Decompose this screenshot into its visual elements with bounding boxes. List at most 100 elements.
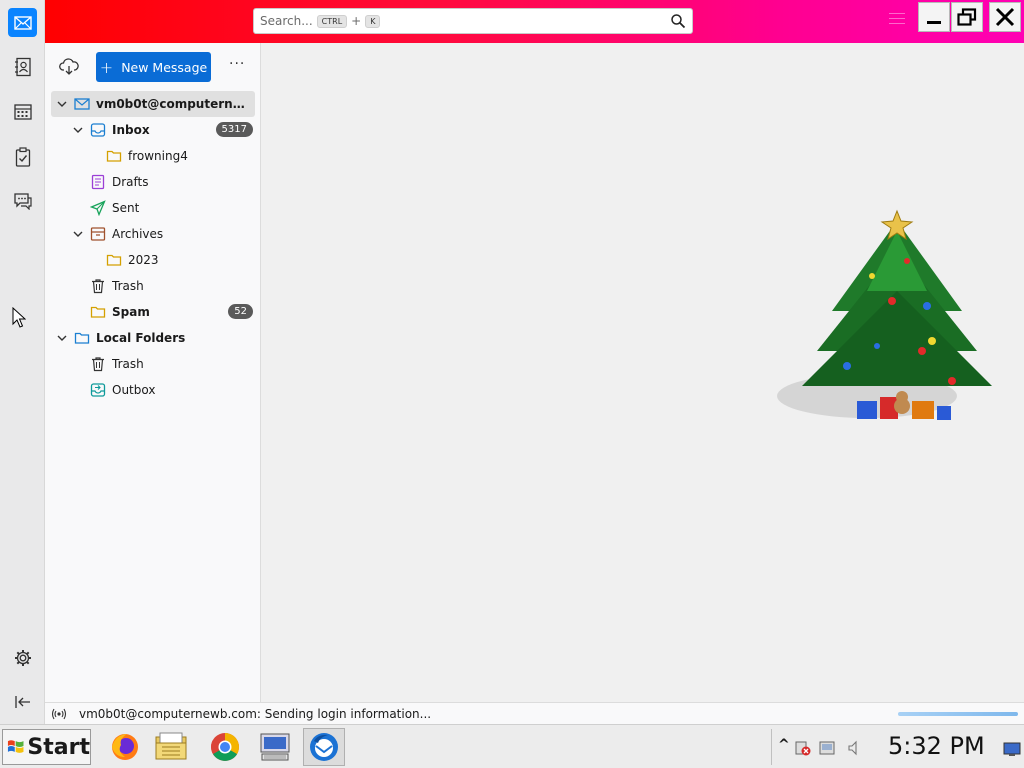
folder-trash[interactable]: Trash <box>51 273 255 299</box>
folder-sent[interactable]: Sent <box>51 195 255 221</box>
title-bar: Search... CTRL + K <box>45 0 1024 43</box>
taskbar-computer[interactable] <box>254 728 296 766</box>
folder-archives[interactable]: Archives <box>51 221 255 247</box>
close-button[interactable] <box>989 2 1021 32</box>
account-mail-icon <box>74 98 90 110</box>
system-tray: ^ 5:32 PM <box>771 729 1024 765</box>
plus-icon: + <box>99 57 114 77</box>
status-progress-bar <box>898 712 1018 716</box>
chat-space-button[interactable] <box>8 186 37 215</box>
folder-icon <box>106 254 122 266</box>
folder-tree: vm0b0t@computernewb... Inbox 5317 frowni… <box>51 91 255 403</box>
search-icon <box>671 14 686 29</box>
shortcut-key-k: K <box>365 14 381 28</box>
calendar-icon <box>13 103 32 120</box>
address-book-icon <box>14 57 31 76</box>
firefox-icon <box>112 734 138 760</box>
trash-icon <box>92 279 104 294</box>
sent-icon <box>90 200 106 216</box>
volume-icon[interactable] <box>846 739 862 757</box>
status-text: vm0b0t@computernewb.com: Sending login i… <box>79 707 432 721</box>
restore-icon <box>957 8 977 26</box>
message-pane <box>262 43 1024 702</box>
collapse-icon <box>14 695 30 708</box>
mail-icon <box>13 15 32 30</box>
chevron-down-icon[interactable] <box>72 124 84 136</box>
show-desktop-icon[interactable] <box>1003 741 1021 757</box>
show-hidden-icons-chevron-icon[interactable]: ^ <box>778 737 790 753</box>
restore-button[interactable] <box>951 2 983 32</box>
new-message-button[interactable]: + New Message <box>96 52 211 82</box>
archive-icon <box>90 227 106 241</box>
file-manager-icon <box>155 732 187 760</box>
folder-label-local-trash: Trash <box>112 357 144 371</box>
shortcut-key-ctrl: CTRL <box>316 14 348 28</box>
thunderbird-icon <box>310 733 338 761</box>
local-folders-icon <box>74 332 90 344</box>
app-menu-button[interactable] <box>889 13 905 27</box>
chevron-down-icon[interactable] <box>56 98 68 110</box>
chevron-down-icon[interactable] <box>72 228 84 240</box>
mouse-cursor-icon <box>12 307 26 328</box>
minimize-icon <box>927 21 941 24</box>
global-search-input[interactable]: Search... CTRL + K <box>253 8 693 34</box>
folder-label-drafts: Drafts <box>112 175 149 189</box>
taskbar: Start ^ 5:32 PM <box>0 724 1024 768</box>
folder-account[interactable]: vm0b0t@computernewb... <box>51 91 255 117</box>
tasks-space-button[interactable] <box>8 142 37 171</box>
folder-2023[interactable]: 2023 <box>51 247 255 273</box>
folder-drafts[interactable]: Drafts <box>51 169 255 195</box>
account-name: vm0b0t@computernewb... <box>96 97 252 111</box>
settings-icon <box>14 649 31 666</box>
folder-label-2023: 2023 <box>128 253 159 267</box>
taskbar-chrome[interactable] <box>204 728 246 766</box>
folder-pane: + New Message ··· vm0b0t@computernewb...… <box>45 43 261 702</box>
folder-local-trash[interactable]: Trash <box>51 351 255 377</box>
folder-spam[interactable]: Spam 52 <box>51 299 255 325</box>
inbox-unread-badge: 5317 <box>215 122 253 137</box>
taskbar-file-manager[interactable] <box>150 728 192 766</box>
folder-label-frowning4: frowning4 <box>128 149 188 163</box>
chevron-down-icon[interactable] <box>56 332 68 344</box>
calendar-space-button[interactable] <box>8 97 37 126</box>
folder-label-outbox: Outbox <box>112 383 156 397</box>
settings-button[interactable] <box>8 643 37 672</box>
folder-label-trash: Trash <box>112 279 144 293</box>
taskbar-clock[interactable]: 5:32 PM <box>888 732 985 760</box>
trash-icon <box>92 357 104 372</box>
chrome-icon <box>211 733 239 761</box>
minimize-button[interactable] <box>918 2 950 32</box>
folder-frowning4[interactable]: frowning4 <box>51 143 255 169</box>
get-messages-icon[interactable] <box>59 58 79 76</box>
spam-folder-icon <box>90 306 106 318</box>
mail-space-button[interactable] <box>8 8 37 37</box>
folder-outbox[interactable]: Outbox <box>51 377 255 403</box>
close-icon <box>995 7 1015 27</box>
new-message-label: New Message <box>121 59 208 75</box>
christmas-tree-image <box>777 209 992 420</box>
outbox-icon <box>90 383 106 397</box>
network-alert-icon[interactable] <box>794 739 812 757</box>
spaces-toolbar <box>0 0 45 724</box>
taskbar-firefox[interactable] <box>104 728 146 766</box>
folder-inbox[interactable]: Inbox 5317 <box>51 117 255 143</box>
thunderbird-window: Search... CTRL + K + New Message ··· vm0… <box>0 0 1024 724</box>
chat-icon <box>13 192 32 210</box>
address-book-space-button[interactable] <box>8 52 37 81</box>
collapse-spaces-button[interactable] <box>8 687 37 716</box>
folder-label-spam: Spam <box>112 305 150 319</box>
tasks-icon <box>15 146 30 167</box>
spam-unread-badge: 52 <box>228 304 253 319</box>
folder-label-sent: Sent <box>112 201 140 215</box>
shortcut-plus: + <box>351 14 362 28</box>
network-icon[interactable] <box>818 739 836 757</box>
folder-icon <box>106 150 122 162</box>
drafts-icon <box>91 174 105 190</box>
folder-local-folders[interactable]: Local Folders <box>51 325 255 351</box>
more-options-button[interactable]: ··· <box>229 56 245 72</box>
start-button[interactable]: Start <box>2 729 91 765</box>
folder-label-archives: Archives <box>112 227 164 241</box>
inbox-icon <box>90 123 106 137</box>
computer-icon <box>260 733 290 761</box>
taskbar-thunderbird[interactable] <box>303 728 345 766</box>
